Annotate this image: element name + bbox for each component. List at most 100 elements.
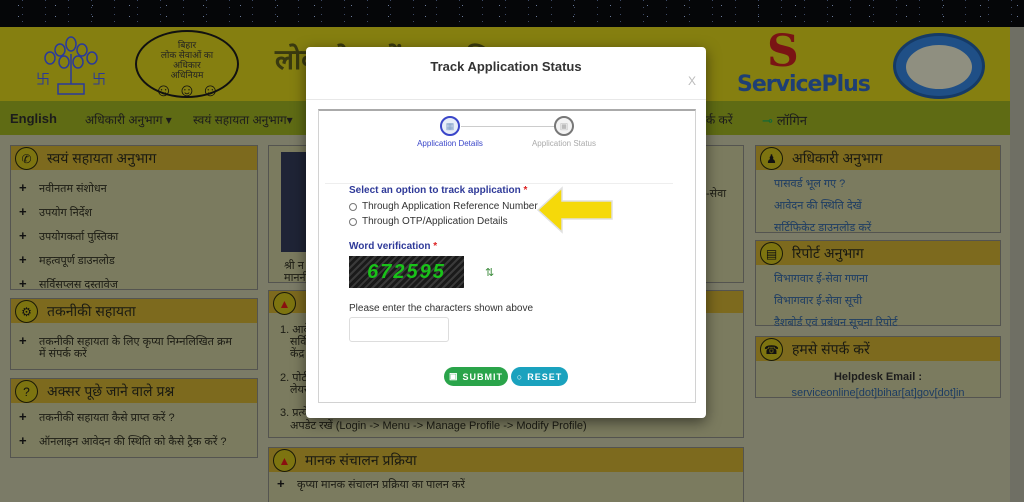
nav-self-help-section[interactable]: स्वयं सहायता अनुभाग▾	[193, 111, 293, 128]
captcha-image: 672595	[349, 256, 464, 288]
logo-text-line: लोक सेवाओं का	[160, 50, 214, 60]
nav-login-label: लॉगिन	[776, 113, 807, 128]
admin-reform-mission-logo	[893, 33, 985, 99]
page: 卐卐 बिहार लोक सेवाओं का अधिकार अधिनियम ☺ …	[0, 0, 1024, 502]
self-help-panel: ✆ स्वयं सहायता अनुभाग नवीनतम संशोधन उपयोग…	[10, 145, 258, 291]
step-application-status[interactable]: ▣ Application Status	[519, 116, 609, 148]
key-icon: ⊸	[762, 113, 773, 128]
report-panel: ▤ रिपोर्ट अनुभाग विभागवार ई-सेवा गणना विभ…	[755, 240, 1001, 329]
rtps-logo: बिहार लोक सेवाओं का अधिकार अधिनियम ☺ ☺ ☺	[135, 30, 239, 100]
warning-icon: ▲	[273, 449, 296, 472]
sop-panel: ▲ मानक संचालन प्रक्रिया कृप्या मानक संचाल…	[268, 447, 744, 502]
link-dashboard-mis[interactable]: डैशबोर्ड एवं प्रबंधन सूचना रिपोर्ट	[774, 315, 1000, 330]
link-certificate-download[interactable]: सर्टिफिकेट डाउनलोड करें	[774, 220, 1000, 235]
panel-header: ▲ मानक संचालन प्रक्रिया	[269, 448, 743, 472]
captcha-prompt: Please enter the characters shown above	[349, 303, 533, 314]
status-icon: ▣	[554, 116, 574, 136]
panel-title: रिपोर्ट अनुभाग	[792, 244, 864, 261]
faq-panel: ? अक्सर पूछे जाने वाले प्रश्न तकनीकी सहाय…	[10, 378, 258, 458]
officers-icon: ♟	[760, 147, 783, 170]
tools-icon: ⚙	[15, 300, 38, 323]
track-status-modal: Track Application Status X ▦ Application…	[306, 47, 706, 418]
radio-button[interactable]	[349, 217, 357, 226]
browser-top-background	[0, 0, 1024, 27]
list-item[interactable]: महत्वपूर्ण डाउनलोड	[19, 254, 257, 267]
link-eservice-count[interactable]: विभागवार ई-सेवा गणना	[774, 271, 1000, 286]
list-item[interactable]: उपयोगकर्ता पुस्तिका	[19, 230, 257, 243]
panel-title: तकनीकी सहायता	[47, 302, 136, 319]
link-forgot-password[interactable]: पासवर्ड भूल गए ?	[774, 176, 1000, 191]
document-icon: ▦	[440, 116, 460, 136]
annotation-arrow-icon	[536, 186, 613, 234]
nav-officer-section[interactable]: अधिकारी अनुभाग ▾	[85, 111, 172, 128]
report-icon: ▤	[760, 242, 783, 265]
modal-body: ▦ Application Details ▣ Application Stat…	[318, 109, 696, 403]
bihar-govt-logo: 卐卐	[36, 36, 106, 95]
modal-divider	[306, 99, 706, 100]
panel-title: अक्सर पूछे जाने वाले प्रश्न	[47, 382, 175, 399]
helpdesk-icon: ☎	[760, 338, 783, 361]
panel-title: मानक संचालन प्रक्रिया	[305, 451, 417, 468]
panel-header: ? अक्सर पूछे जाने वाले प्रश्न	[11, 379, 257, 403]
logo-text-line: अधिकार	[173, 60, 201, 70]
helpdesk-email[interactable]: serviceonline[dot]bihar[at]gov[dot]in	[756, 385, 1000, 401]
logo-text-line: बिहार	[177, 40, 197, 50]
serviceplus-text: ServicePlus	[737, 72, 871, 97]
svg-text:卐: 卐	[92, 71, 106, 87]
panel-title: स्वयं सहायता अनुभाग	[47, 149, 157, 166]
officer-panel: ♟ अधिकारी अनुभाग पासवर्ड भूल गए ? आवेदन क…	[755, 145, 1001, 235]
option-label: Through OTP/Application Details	[362, 216, 508, 227]
nav-contact[interactable]: र्क करें	[706, 111, 733, 128]
question-icon: ?	[15, 380, 38, 403]
submit-button[interactable]: ▣ SUBMIT	[444, 367, 508, 386]
option-reference-number[interactable]: Through Application Reference Number	[349, 201, 538, 212]
serviceplus-mark-icon: S	[767, 26, 799, 77]
close-button[interactable]: X	[688, 74, 696, 88]
side-text: -सेवा	[706, 188, 727, 200]
panel-header: ♟ अधिकारी अनुभाग	[756, 146, 1000, 170]
list-item[interactable]: उपयोग निर्देश	[19, 206, 257, 219]
captcha-input[interactable]	[349, 317, 449, 342]
step-label: Application Details	[417, 139, 483, 148]
page-scrollbar[interactable]	[1010, 27, 1024, 502]
reset-icon: ○	[516, 371, 524, 382]
word-verification-label: Word verification *	[349, 241, 438, 252]
nav-login[interactable]: ⊸ लॉगिन	[762, 111, 807, 129]
reset-button[interactable]: ○ RESET	[511, 367, 568, 386]
option-otp-details[interactable]: Through OTP/Application Details	[349, 216, 508, 227]
tech-support-panel: ⚙ तकनीकी सहायता तकनीकी सहायता के लिए कृप्…	[10, 298, 258, 370]
notice-item: केंद्र	[290, 348, 305, 360]
link-eservice-list[interactable]: विभागवार ई-सेवा सूची	[774, 293, 1000, 308]
list-item[interactable]: कृप्या मानक संचालन प्रक्रिया का पालन करे…	[277, 478, 743, 491]
nav-english[interactable]: English	[10, 111, 57, 126]
list-item[interactable]: ऑनलाइन आवेदन की स्थिति को कैसे ट्रैक करे…	[19, 435, 257, 448]
helpdesk-label: Helpdesk Email :	[833, 371, 923, 383]
panel-header: ✆ स्वयं सहायता अनुभाग	[11, 146, 257, 170]
panel-header: ▤ रिपोर्ट अनुभाग	[756, 241, 1000, 265]
phone-icon: ✆	[15, 147, 38, 170]
panel-title: अधिकारी अनुभाग	[792, 149, 883, 166]
link-application-status[interactable]: आवेदन की स्थिति देखें	[774, 198, 1000, 213]
step-label: Application Status	[531, 139, 597, 148]
list-item[interactable]: नवीनतम संशोधन	[19, 182, 257, 195]
panel-title: हमसे संपर्क करें	[792, 340, 870, 357]
photo-caption: माननी	[284, 272, 309, 284]
body-divider	[325, 183, 673, 184]
people-figures-icon: ☺ ☺ ☺	[154, 80, 220, 100]
list-item[interactable]: तकनीकी सहायता कैसे प्राप्त करें ?	[19, 411, 257, 424]
notice-tail: अपडेट रखें (Login -> Menu -> Manage Prof…	[290, 420, 587, 432]
panel-header: ☎ हमसे संपर्क करें	[756, 337, 1000, 361]
logo-text-line: अधिनियम	[170, 70, 204, 80]
serviceplus-logo: S ServicePlus	[737, 28, 877, 98]
radio-button[interactable]	[349, 202, 357, 211]
list-item[interactable]: तकनीकी सहायता के लिए कृप्या निम्नलिखित क…	[19, 335, 237, 360]
option-label: Through Application Reference Number	[362, 201, 538, 212]
step-application-details[interactable]: ▦ Application Details	[405, 116, 495, 148]
refresh-captcha-icon[interactable]: ⇅	[485, 266, 494, 279]
track-option-label: Select an option to track application *	[349, 185, 528, 196]
list-item[interactable]: सर्विसप्लस दस्तावेज	[19, 278, 257, 291]
contact-panel: ☎ हमसे संपर्क करें Helpdesk Email : servi…	[755, 336, 1001, 401]
save-icon: ▣	[448, 371, 459, 381]
svg-text:卐: 卐	[36, 71, 50, 87]
modal-title: Track Application Status	[430, 59, 582, 74]
